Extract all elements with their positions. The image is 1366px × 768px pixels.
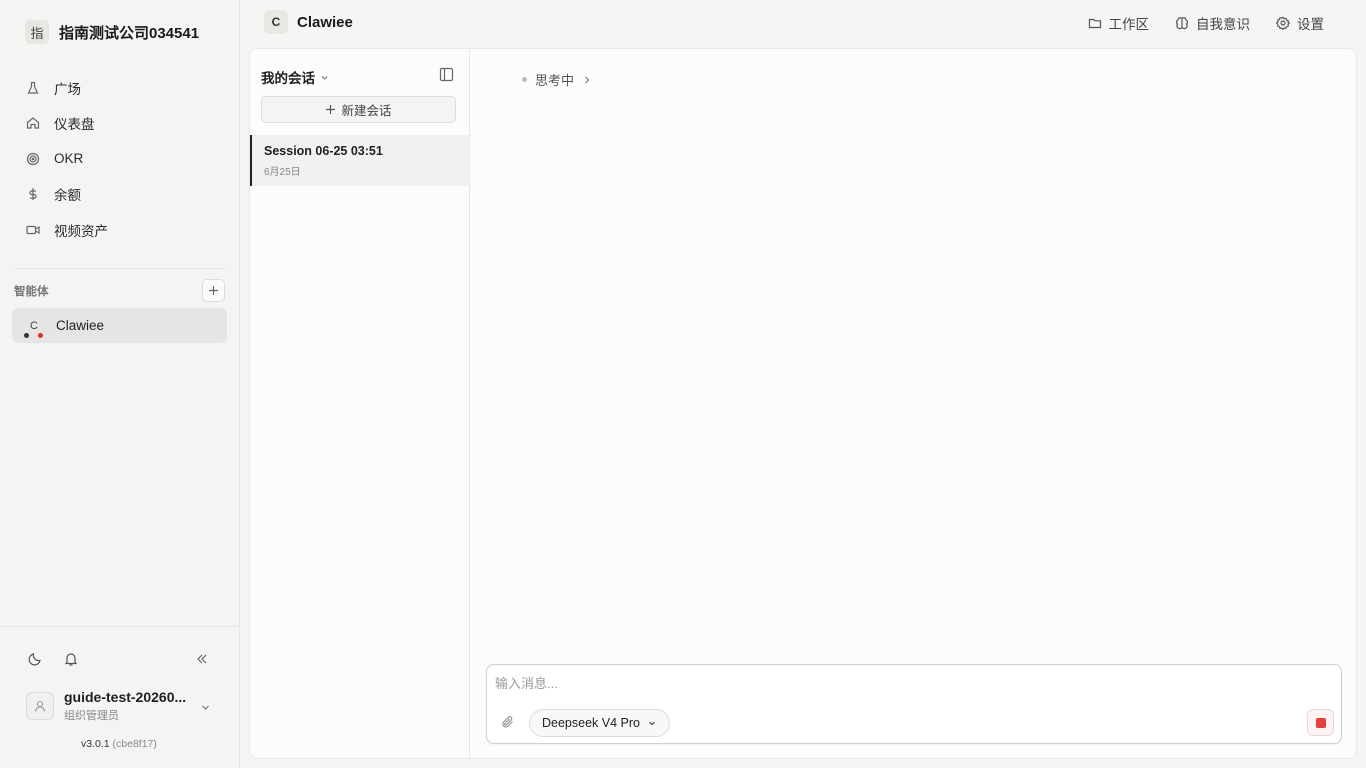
stop-button[interactable] [1307, 709, 1334, 736]
plus-icon [209, 286, 218, 295]
nav-item-okr[interactable]: OKR [14, 141, 226, 177]
workspace-button[interactable]: 工作区 [1088, 13, 1150, 33]
home-icon [26, 116, 40, 130]
bell-icon[interactable] [63, 651, 79, 667]
agents-section-label: 智能体 [14, 286, 49, 298]
model-selector[interactable]: Deepseek V4 Pro [529, 709, 670, 737]
brain-icon [1175, 17, 1189, 30]
org-header[interactable]: 指 指南测试公司034541 [25, 20, 199, 44]
nav-item-balance[interactable]: 余额 [14, 177, 226, 213]
gear-icon [1276, 16, 1290, 30]
sidebar: 指 指南测试公司034541 广场 仪表盘 OKR 余额 视频资产 智能体 C … [0, 0, 240, 768]
nav-item-dashboard[interactable]: 仪表盘 [14, 106, 226, 142]
message-composer: Deepseek V4 Pro [486, 664, 1342, 744]
plus-icon [326, 105, 336, 114]
agent-avatar: C [24, 316, 44, 338]
self-awareness-label: 自我意识 [1196, 17, 1250, 32]
folder-icon [1088, 18, 1101, 29]
moon-icon[interactable] [27, 651, 43, 667]
chevron-down-icon[interactable] [200, 702, 211, 713]
new-session-label: 新建会话 [341, 104, 392, 118]
main-panel: 我的会话 新建会话 Session 06-25 03:51 6月25日 思考中 [249, 48, 1357, 759]
nav-label: OKR [54, 151, 84, 167]
user-icon [34, 700, 46, 712]
nav-label: 视频资产 [54, 223, 108, 239]
nav-item-video-assets[interactable]: 视频资产 [14, 212, 226, 248]
user-avatar [26, 692, 54, 720]
session-date: 6月25日 [264, 167, 301, 178]
add-agent-button[interactable] [202, 279, 225, 302]
user-name: guide-test-20260... [64, 689, 187, 705]
status-dot [38, 332, 43, 338]
nav-label: 仪表盘 [54, 117, 95, 133]
nav-item-plaza[interactable]: 广场 [14, 70, 226, 106]
user-role: 组织管理员 [64, 710, 119, 722]
agent-item-clawiee[interactable]: C Clawiee [12, 308, 227, 343]
sessions-title: 我的会话 [261, 71, 315, 86]
workspace-label: 工作区 [1108, 17, 1150, 32]
self-awareness-button[interactable]: 自我意识 [1175, 13, 1250, 33]
session-name: Session 06-25 03:51 [264, 144, 383, 158]
chevron-down-icon [321, 75, 328, 80]
paperclip-icon[interactable] [501, 715, 515, 729]
message-input[interactable] [495, 672, 1295, 694]
thinking-dot [522, 77, 527, 82]
agent-name: Clawiee [56, 318, 105, 333]
status-dot [24, 332, 29, 338]
chat-area: 思考中 Deepseek V4 Pro [470, 49, 1356, 758]
thinking-label: 思考中 [535, 73, 575, 88]
header-agent-avatar: C [264, 10, 288, 34]
nav-label: 广场 [54, 81, 81, 97]
sidebar-bottom-divider [0, 626, 240, 627]
org-name: 指南测试公司034541 [59, 24, 200, 42]
settings-label: 设置 [1297, 17, 1324, 32]
flask-icon [26, 81, 40, 95]
thinking-indicator[interactable]: 思考中 [522, 70, 592, 89]
video-icon [26, 223, 40, 237]
header-actions: 工作区 自我意识 设置 [1088, 13, 1324, 33]
org-logo: 指 [25, 20, 49, 44]
nav-label: 余额 [54, 188, 81, 204]
user-menu[interactable]: guide-test-20260... 组织管理员 [26, 689, 186, 723]
settings-button[interactable]: 设置 [1276, 13, 1324, 33]
sessions-panel: 我的会话 新建会话 Session 06-25 03:51 6月25日 [250, 49, 470, 758]
stop-icon [1315, 717, 1326, 728]
app-version: v3.0.1 (cbe8f17) [81, 738, 157, 750]
chevron-down-icon [649, 721, 655, 726]
top-header: C Clawiee 工作区 自我意识 设置 [240, 0, 1366, 46]
header-agent: C Clawiee [264, 10, 353, 34]
sessions-dropdown[interactable]: 我的会话 [261, 67, 329, 87]
sidebar-divider [14, 268, 226, 269]
session-item[interactable]: Session 06-25 03:51 6月25日 [250, 135, 469, 186]
target-icon [26, 152, 40, 166]
collapse-sidebar-icon[interactable] [195, 652, 209, 666]
new-session-button[interactable]: 新建会话 [261, 96, 456, 123]
agent-avatar-letter: C [30, 319, 38, 332]
main-nav: 广场 仪表盘 OKR 余额 视频资产 [14, 70, 226, 248]
version-number: v3.0.1 [81, 738, 110, 750]
header-agent-name: Clawiee [297, 13, 353, 31]
dollar-icon [26, 187, 40, 201]
sidebar-bottom-icons [27, 651, 79, 667]
version-hash: (cbe8f17) [112, 738, 157, 750]
sidebar-toggle-icon[interactable] [439, 67, 454, 82]
model-name: Deepseek V4 Pro [542, 716, 640, 730]
chevron-right-icon [585, 76, 590, 83]
